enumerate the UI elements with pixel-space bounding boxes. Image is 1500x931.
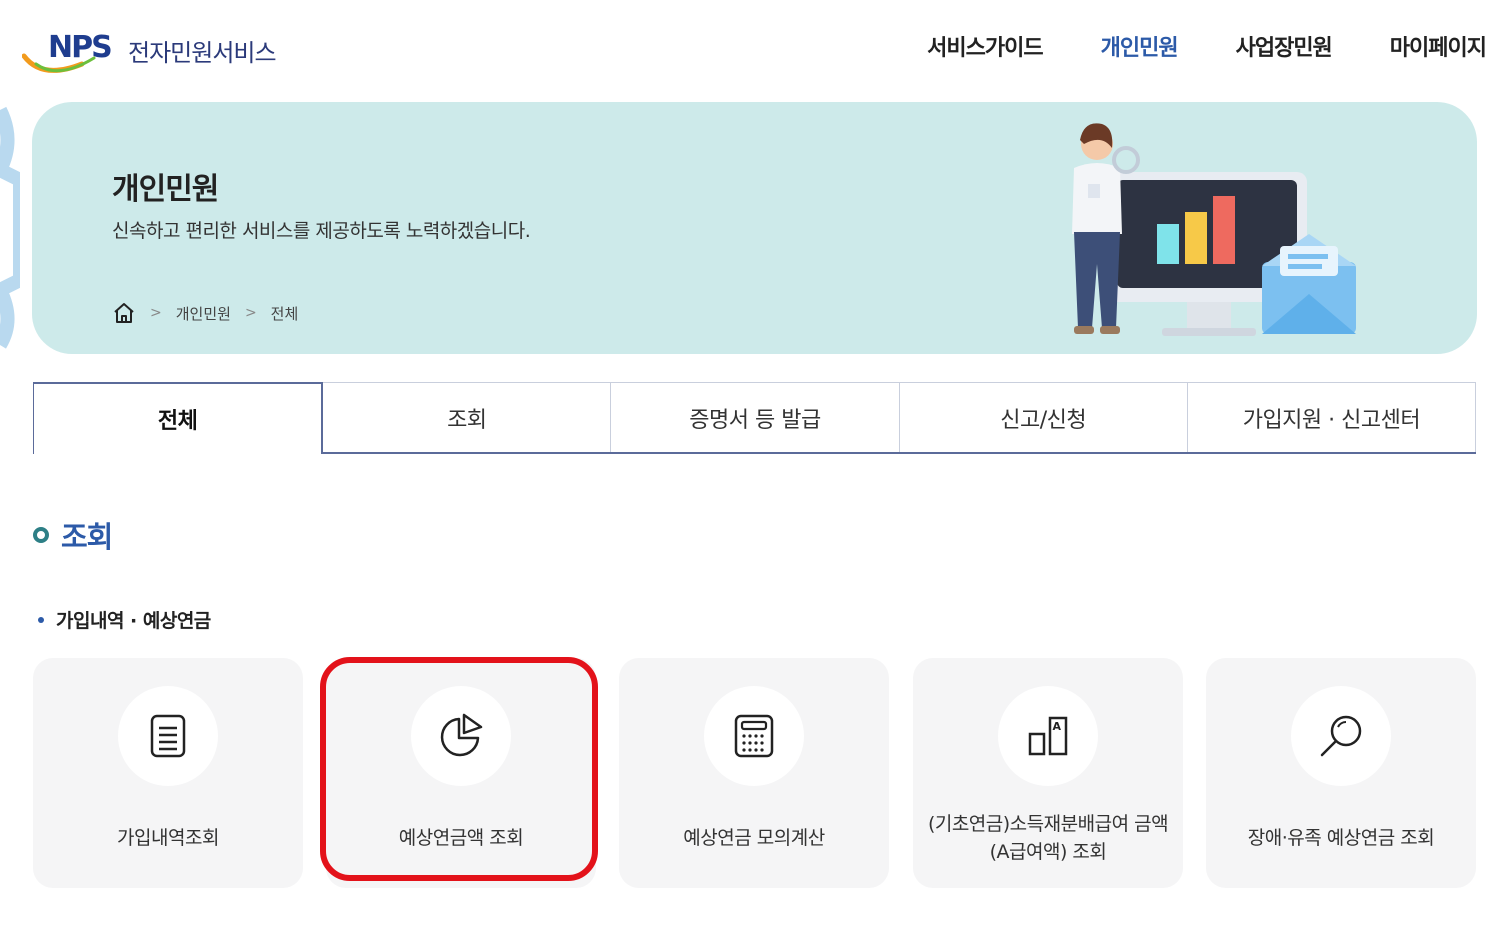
calculator-icon — [734, 714, 774, 758]
svg-text:A: A — [1053, 720, 1062, 733]
nps-logo[interactable]: NPS 전자민원서비스 — [22, 28, 302, 82]
main-nav: 서비스가이드 개인민원 사업장민원 마이페이지 — [927, 30, 1487, 62]
banner-side-decoration — [0, 106, 20, 349]
document-icon — [150, 714, 186, 758]
subsection-title: 가입내역 · 예상연금 — [56, 610, 211, 632]
page-subtitle: 신속하고 편리한 서비스를 제공하도록 노력하겠습니다. — [112, 220, 531, 242]
breadcrumb: > 개인민원 > 전체 — [112, 302, 298, 324]
magnifier-icon — [1320, 715, 1362, 757]
tab-support-center[interactable]: 가입지원 · 신고센터 — [1187, 382, 1477, 452]
nav-business-service[interactable]: 사업장민원 — [1236, 30, 1333, 62]
chevron-right-icon: > — [244, 305, 257, 321]
section-heading: 조회 — [33, 514, 113, 556]
bar-a-icon: A — [1028, 716, 1068, 756]
nav-personal-service[interactable]: 개인민원 — [1101, 30, 1179, 62]
hero-banner: 개인민원 신속하고 편리한 서비스를 제공하도록 노력하겠습니다. > 개인민원… — [32, 102, 1477, 354]
site-header: NPS 전자민원서비스 서비스가이드 개인민원 사업장민원 마이페이지 — [0, 0, 1500, 96]
banner-illustration — [1072, 123, 1356, 336]
dot-bullet-icon — [38, 616, 44, 623]
service-card-disability-survivor[interactable]: 장애·유족 예상연금 조회 — [1206, 658, 1476, 888]
logo-service-name: 전자민원서비스 — [128, 39, 277, 67]
section-title: 조회 — [61, 520, 113, 554]
card-label: 가입내역조회 — [117, 827, 219, 849]
chevron-right-icon: > — [150, 305, 162, 321]
page-title: 개인민원 — [112, 172, 219, 207]
service-card-enrollment-history[interactable]: 가입내역조회 — [33, 658, 303, 888]
tab-certificates[interactable]: 증명서 등 발급 — [611, 382, 900, 452]
card-label: (기초연금)소득재분배급여 금액(A급여액) 조회 — [927, 813, 1169, 863]
tab-inquiry[interactable]: 조회 — [323, 382, 612, 452]
breadcrumb-item-all[interactable]: 전체 — [271, 303, 299, 324]
breadcrumb-item-personal[interactable]: 개인민원 — [176, 303, 231, 324]
nav-service-guide[interactable]: 서비스가이드 — [927, 30, 1043, 62]
card-label: 장애·유족 예상연금 조회 — [1247, 827, 1435, 849]
logo-mark: NPS — [48, 30, 113, 65]
subsection-heading: 가입내역 · 예상연금 — [38, 606, 211, 633]
home-icon[interactable] — [112, 302, 136, 324]
service-card-redistribution-benefit[interactable]: A (기초연금)소득재분배급여 금액(A급여액) 조회 — [913, 658, 1183, 888]
card-label: 예상연금 모의계산 — [683, 827, 825, 849]
category-tabs: 전체 조회 증명서 등 발급 신고/신청 가입지원 · 신고센터 — [33, 382, 1477, 454]
tab-report-apply[interactable]: 신고/신청 — [899, 382, 1188, 452]
service-card-pension-simulation[interactable]: 예상연금 모의계산 — [619, 658, 889, 888]
tab-all[interactable]: 전체 — [33, 382, 324, 454]
ring-bullet-icon — [33, 527, 49, 543]
highlight-box — [320, 657, 598, 881]
nav-my-page[interactable]: 마이페이지 — [1390, 30, 1487, 62]
